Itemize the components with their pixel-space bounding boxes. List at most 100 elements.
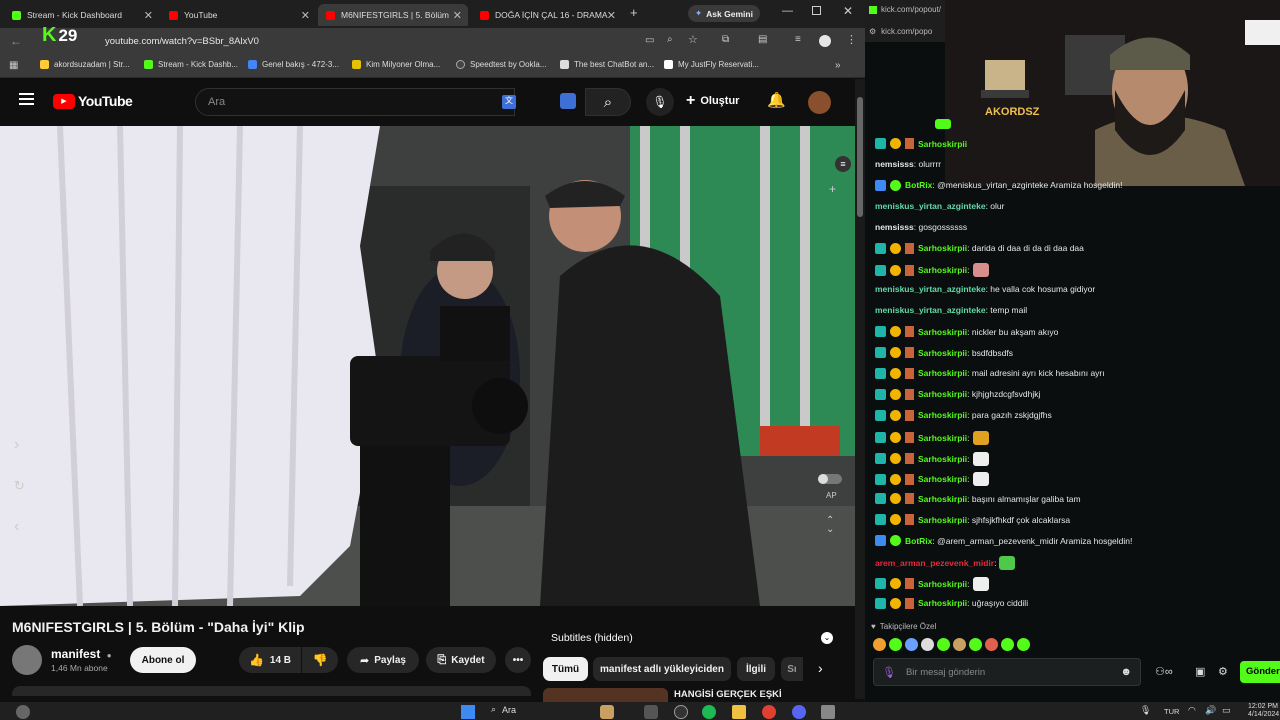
discord-icon[interactable] [792,705,806,719]
bookmark-item[interactable]: My JustFly Reservati... [664,60,759,69]
chat-username[interactable]: Sarhoskirpii [918,243,967,253]
recommended-title[interactable]: HANGİSİ GERÇEK EŞKİ [674,689,782,700]
emote-icon[interactable] [953,638,966,651]
file-explorer-icon[interactable] [732,705,746,719]
chat-username[interactable]: Sarhoskirpii [918,348,967,358]
chat-username[interactable]: Sarhoskirpii [918,579,967,589]
maximize-button[interactable] [812,6,821,15]
store-icon[interactable]: ▣ [1195,665,1205,678]
minimize-button[interactable]: — [782,5,793,17]
channel-name[interactable]: manifest ● [51,647,112,661]
chat-username[interactable]: meniskus_yirtan_azginteke [875,284,986,294]
emote-icon[interactable] [873,638,886,651]
expand-icon[interactable]: ⌃ ⌄ [826,516,834,535]
extensions-icon[interactable]: ⧉ [722,34,729,45]
chevron-down-icon[interactable]: ⌄ [821,632,833,644]
subtitles-panel[interactable]: Subtitles (hidden) ⌄ [543,626,841,650]
share-button[interactable]: ➦ Paylaş [347,647,419,673]
bookmark-item[interactable]: Kim Milyoner Olma... [352,60,440,69]
close-icon[interactable]: ✕ [453,9,462,22]
save-button[interactable]: ⎘ Kaydet [426,647,496,673]
app-icon[interactable] [644,705,658,719]
chat-username[interactable]: Sarhoskirpii [918,265,967,275]
settings-icon[interactable]: ⚙ [1218,665,1228,678]
notifications-bell-icon[interactable]: 🔔 [767,91,786,109]
back-icon[interactable]: ← [10,34,22,48]
chat-username[interactable]: BotRix [905,180,932,190]
downloads-icon[interactable]: ≡ [795,34,801,45]
taskbar-search[interactable]: ⌕ Ara [491,704,516,715]
emote-icon[interactable] [985,638,998,651]
chrome-icon[interactable] [762,705,776,719]
chevron-right-icon[interactable]: › [14,436,19,454]
app-icon[interactable] [821,705,835,719]
bookmark-item[interactable]: Genel bakış - 472-3... [248,60,339,69]
tab-manifest-video[interactable]: M6NIFESTGIRLS | 5. Bölüm ✕ [318,4,468,26]
bookmark-item[interactable]: Stream - Kick Dashb... [144,60,238,69]
bookmark-star-icon[interactable]: ☆ [688,33,698,46]
add-icon[interactable]: + [829,182,836,196]
autoplay-toggle[interactable] [818,474,842,484]
tab-doga-icin-cal[interactable]: DOĞA İÇİN ÇAL 16 - DRAMA ✕ [472,4,622,26]
profile-avatar[interactable] [819,35,831,47]
zoom-icon[interactable]: ⌕ [667,34,673,45]
chips-next-icon[interactable]: › [818,660,823,676]
voice-search-button[interactable]: 🎙 [646,88,674,116]
close-window-button[interactable]: ✕ [843,4,853,18]
tab-kick-dashboard[interactable]: Stream - Kick Dashboard ✕ [4,4,159,26]
apps-grid-icon[interactable]: ▦ [9,60,18,71]
create-button[interactable]: + Oluştur [686,93,739,109]
sidepanel-icon[interactable]: ▤ [758,34,767,45]
chat-username[interactable]: Sarhoskirpii [918,433,967,443]
new-tab-button[interactable]: + [630,5,638,20]
kick-address[interactable]: kick.com/popout/ [869,5,941,14]
translate-icon[interactable]: 文 [502,95,516,109]
chat-username[interactable]: Sarhoskirpii [918,368,967,378]
cast-icon[interactable]: ▭ [645,35,654,46]
chevron-left-icon[interactable]: ‹ [14,518,19,536]
chat-username[interactable]: BotRix [905,536,932,546]
page-scrollbar[interactable] [855,79,865,699]
dislike-button[interactable]: 👎 [302,647,338,673]
description-box[interactable] [12,686,531,696]
chat-username[interactable]: Sarhoskirpii [918,515,967,525]
video-player[interactable]: ≡ + › ↻ ‹ AP ⌃ ⌄ [0,126,855,606]
ask-gemini-button[interactable]: ✦ Ask Gemini [688,5,760,22]
refresh-icon[interactable]: ↻ [14,478,25,494]
chat-username[interactable]: arem_arman_pezevenk_midir [875,558,994,568]
search-input[interactable]: Ara 文 [195,88,516,116]
more-bookmarks-icon[interactable]: » [835,60,841,71]
emote-icon[interactable] [905,638,918,651]
microphone-icon[interactable]: 🎙 [1140,705,1151,716]
close-icon[interactable]: ✕ [144,9,153,22]
chat-username[interactable]: Sarhoskirpii [918,410,967,420]
emoji-icon[interactable]: ☻ [1120,666,1132,678]
chat-username[interactable]: Sarhoskirpii [918,454,967,464]
extension-icon[interactable] [560,93,576,109]
search-button[interactable]: ⌕ [585,88,631,116]
recommended-thumbnail[interactable] [543,688,668,702]
emote-icon[interactable] [937,638,950,651]
menu-dots-icon[interactable]: ⋮ [846,33,857,46]
battery-icon[interactable]: ▭ [1222,705,1231,716]
chat-username[interactable]: meniskus_yirtan_azginteke [875,201,986,211]
weather-icon[interactable] [16,705,30,719]
emote-icon[interactable] [889,638,902,651]
user-avatar[interactable] [808,91,831,114]
chat-input[interactable]: 🎙 Bir mesaj gönderin ☻ [873,658,1141,686]
wifi-icon[interactable]: ◠ [1188,705,1196,716]
chip-more[interactable]: Sı [781,657,803,681]
chat-username[interactable]: Sarhoskirpii [918,474,967,484]
chat-username[interactable]: meniskus_yirtan_azginteke [875,305,986,315]
emote-icon[interactable] [1001,638,1014,651]
url-field[interactable]: youtube.com/watch?v=BSbr_8AlxV0 [95,33,675,51]
spotify-icon[interactable] [702,705,716,719]
app-icon[interactable] [674,705,688,719]
chat-username[interactable]: nemsisss [875,159,914,169]
chip-all[interactable]: Tümü [543,657,588,681]
chat-users-icon[interactable]: ⚇∞ [1155,665,1173,678]
hamburger-menu-icon[interactable] [19,93,34,105]
clock[interactable]: 12:02 PM 4/14/2024 [1248,703,1279,719]
send-button[interactable]: Gönder [1240,661,1280,683]
bookmark-item[interactable]: akordsuzadam | Str... [40,60,129,69]
